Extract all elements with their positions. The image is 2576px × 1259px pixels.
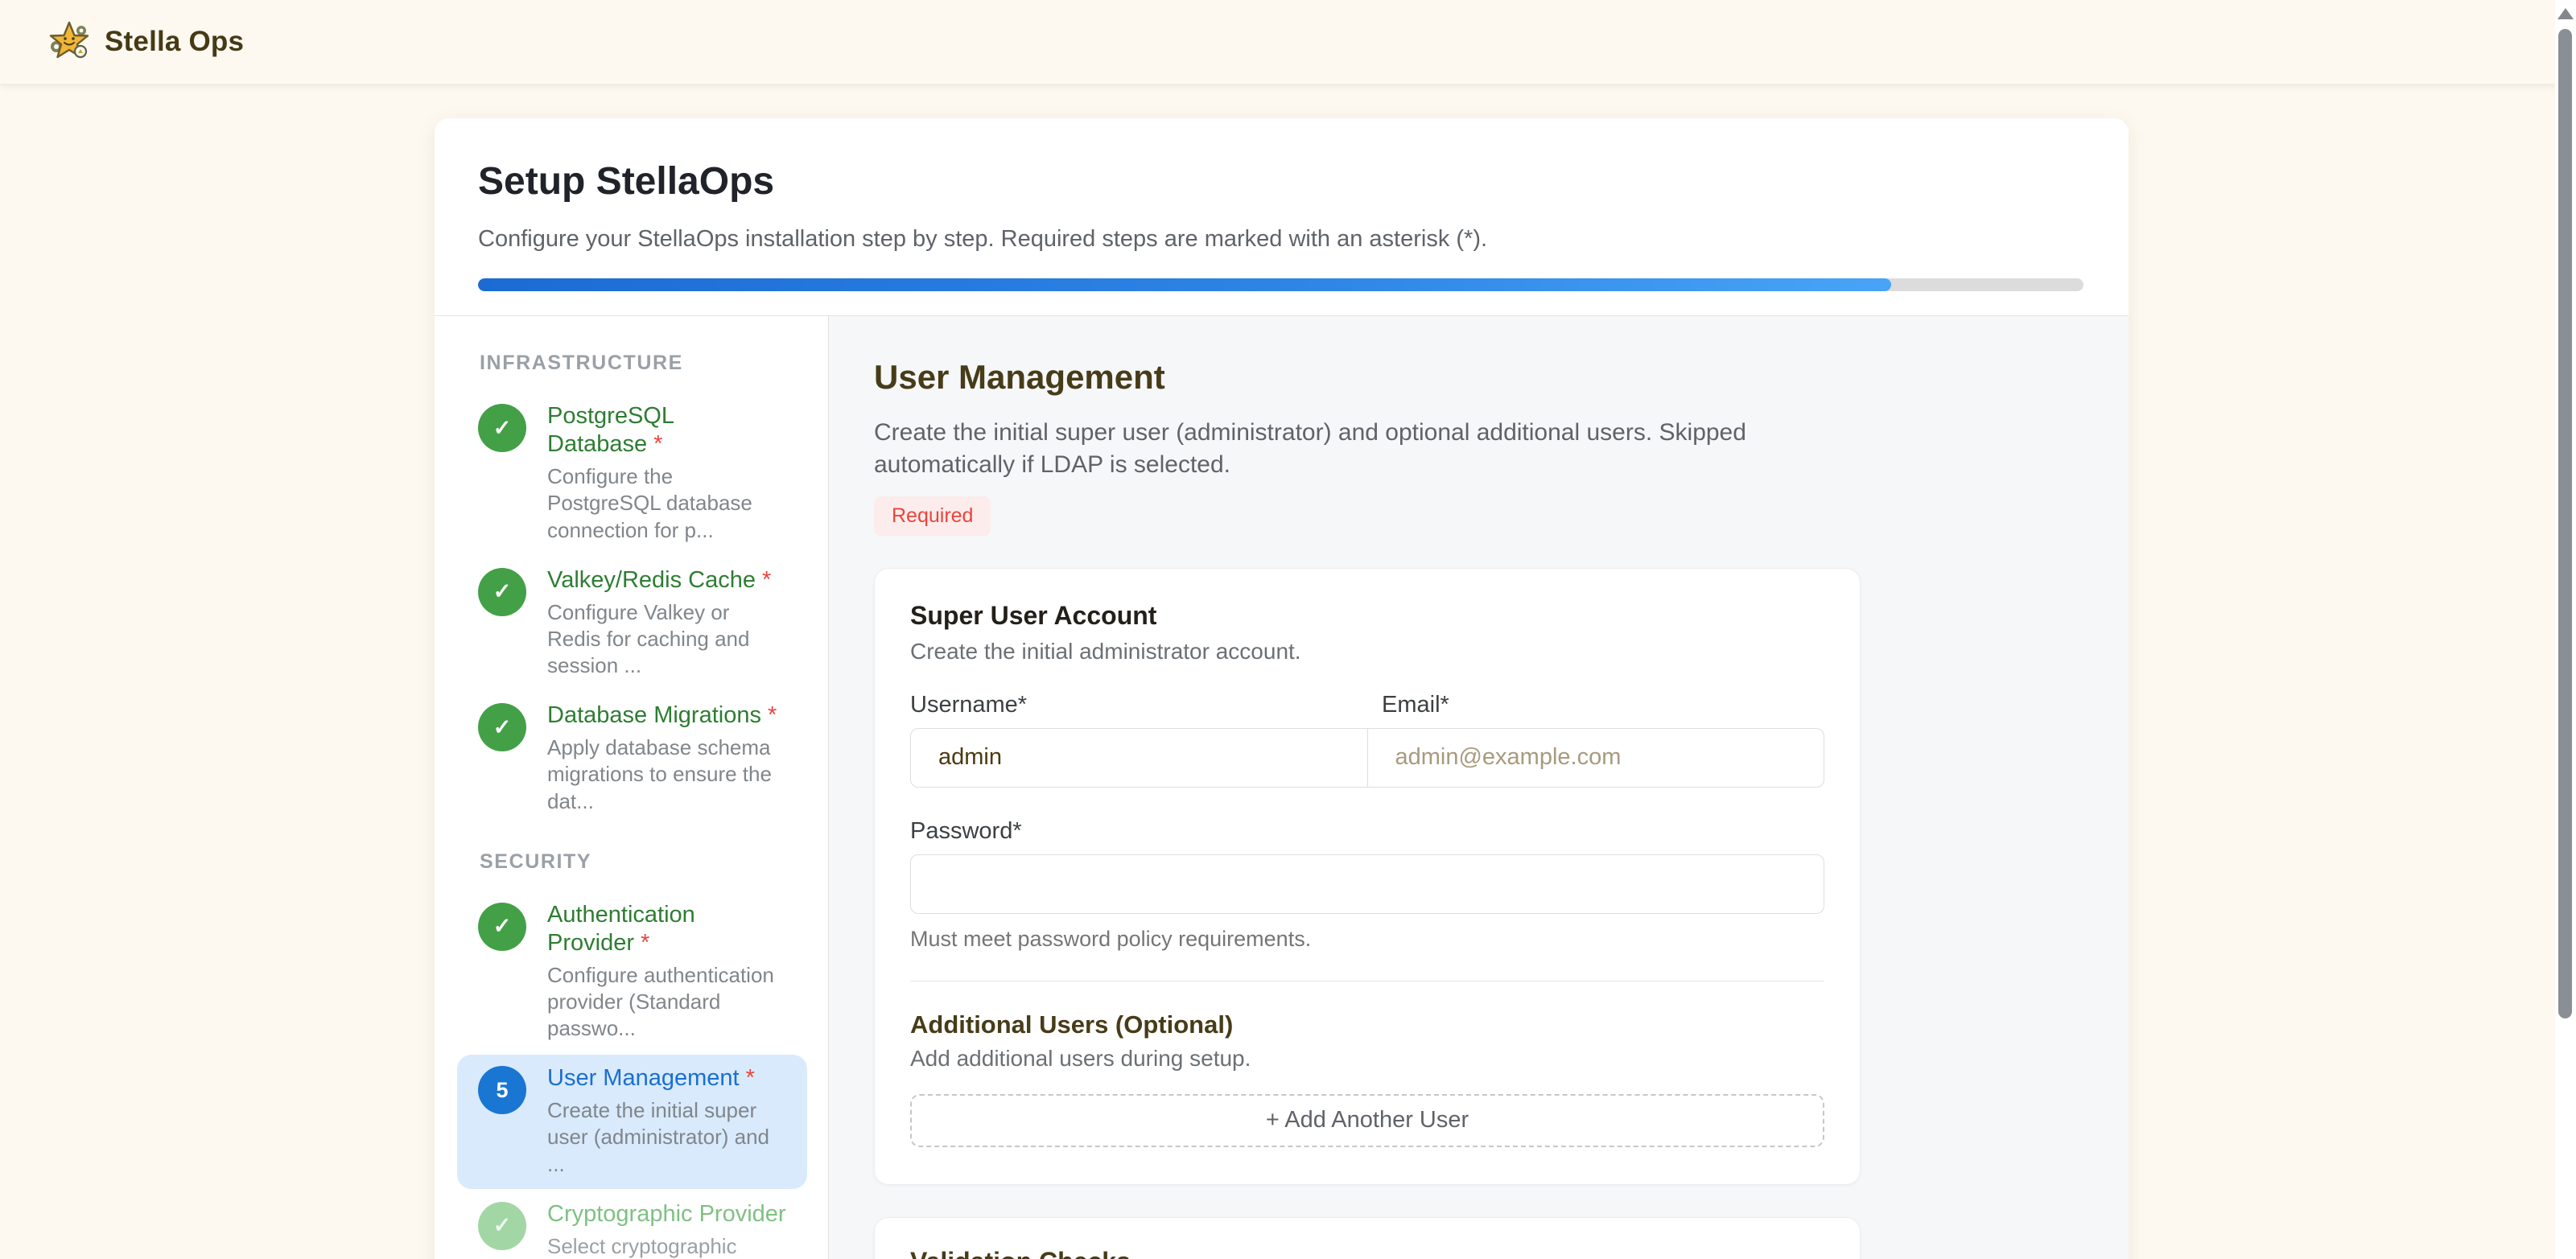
step-content-panel: User Management Create the initial super… (829, 316, 2129, 1259)
step-marker: ✓ (493, 715, 512, 740)
username-input[interactable] (911, 729, 1367, 787)
step-title: Database Migrations* (547, 702, 786, 730)
step-description: Configure authentication provider (Stand… (547, 962, 786, 1043)
required-asterisk: * (768, 702, 777, 728)
step-description: Configure the PostgreSQL database connec… (547, 463, 786, 544)
username-email-row: Username* Email* (910, 692, 1824, 788)
required-asterisk: * (653, 431, 662, 457)
step-check-icon: ✓ (478, 1202, 526, 1250)
topbar: Stella Ops (0, 0, 2576, 84)
username-label: Username* (910, 692, 1367, 718)
page-scrollbar[interactable] (2555, 0, 2576, 1259)
progress-fill (478, 278, 1891, 291)
sidebar-item-authentication-provider[interactable]: ✓ Authentication Provider* Configure aut… (457, 891, 807, 1053)
setup-progress-bar (478, 278, 2083, 291)
password-helper-text: Must meet password policy requirements. (910, 927, 1824, 952)
super-user-card-subtitle: Create the initial administrator account… (910, 639, 1824, 664)
section-label-security: SECURITY (480, 850, 807, 874)
step-number-badge: 5 (478, 1066, 526, 1114)
email-label: Email* (1367, 692, 1824, 718)
required-asterisk: * (641, 930, 649, 956)
page-title: Setup StellaOps (478, 162, 2085, 202)
step-marker: ✓ (493, 579, 512, 604)
username-email-input-group (910, 728, 1824, 788)
validation-checks-title: Validation Checks (910, 1247, 1824, 1259)
step-title: PostgreSQL Database* (547, 402, 786, 459)
password-block: Password* Must meet password policy requ… (910, 818, 1824, 952)
step-description: Apply database schema migrations to ensu… (547, 734, 786, 815)
step-title: Valkey/Redis Cache* (547, 566, 786, 595)
password-input[interactable] (910, 854, 1824, 914)
sidebar-item-cryptographic-provider[interactable]: ✓ Cryptographic Provider Select cryptogr… (457, 1191, 807, 1259)
step-check-icon: ✓ (478, 568, 526, 616)
setup-wizard-card: Setup StellaOps Configure your StellaOps… (435, 118, 2129, 1259)
sidebar-item-valkey-redis-cache[interactable]: ✓ Valkey/Redis Cache* Configure Valkey o… (457, 557, 807, 691)
scrollbar-up-arrow-icon[interactable] (2557, 8, 2574, 19)
step-description: Create the initial super user (administr… (547, 1097, 786, 1178)
required-badge: Required (874, 496, 991, 536)
section-label-infrastructure: INFRASTRUCTURE (480, 352, 807, 375)
username-cell (911, 729, 1367, 787)
step-check-icon: ✓ (478, 703, 526, 751)
required-asterisk: * (762, 567, 771, 593)
sidebar-item-database-migrations[interactable]: ✓ Database Migrations* Apply database sc… (457, 692, 807, 826)
step-marker: ✓ (493, 914, 512, 939)
email-cell (1367, 729, 1824, 787)
password-label: Password* (910, 818, 1022, 844)
sidebar-item-postgresql-database[interactable]: ✓ PostgreSQL Database* Configure the Pos… (457, 393, 807, 554)
step-title: User Management* (547, 1064, 786, 1092)
brand-name: Stella Ops (105, 26, 244, 58)
step-description: Select cryptographic algorithms for sign… (547, 1233, 786, 1259)
add-another-user-button[interactable]: + Add Another User (910, 1094, 1824, 1147)
step-heading: User Management (874, 358, 2129, 397)
brand[interactable]: Stella Ops (48, 21, 244, 63)
sidebar-item-user-management[interactable]: 5 User Management* Create the initial su… (457, 1055, 807, 1189)
additional-users-title: Additional Users (Optional) (910, 1010, 1824, 1039)
validation-checks-card: Validation Checks connectivity Check pas… (874, 1217, 1861, 1259)
step-description: Configure Valkey or Redis for caching an… (547, 599, 786, 680)
star-mascot-icon (48, 21, 90, 63)
super-user-account-card: Super User Account Create the initial ad… (874, 568, 1861, 1185)
step-marker: ✓ (493, 1213, 512, 1238)
step-marker: 5 (496, 1078, 508, 1103)
required-asterisk: * (746, 1065, 755, 1091)
wizard-header: Setup StellaOps Configure your StellaOps… (435, 118, 2129, 316)
email-input[interactable] (1368, 729, 1824, 787)
step-title: Cryptographic Provider (547, 1200, 786, 1228)
scrollbar-thumb[interactable] (2558, 29, 2572, 1018)
page-background: Setup StellaOps Configure your StellaOps… (0, 84, 2576, 1259)
page-subtitle: Configure your StellaOps installation st… (478, 226, 2085, 253)
additional-users-subtitle: Add additional users during setup. (910, 1046, 1824, 1072)
step-marker: ✓ (493, 416, 512, 441)
steps-sidebar: INFRASTRUCTURE ✓ PostgreSQL Database* Co… (435, 316, 829, 1259)
step-description-text: Create the initial super user (administr… (874, 417, 1767, 482)
step-check-icon: ✓ (478, 903, 526, 951)
step-title: Authentication Provider* (547, 901, 786, 957)
wizard-body: INFRASTRUCTURE ✓ PostgreSQL Database* Co… (435, 316, 2129, 1259)
super-user-card-title: Super User Account (910, 601, 1824, 631)
step-check-icon: ✓ (478, 404, 526, 452)
